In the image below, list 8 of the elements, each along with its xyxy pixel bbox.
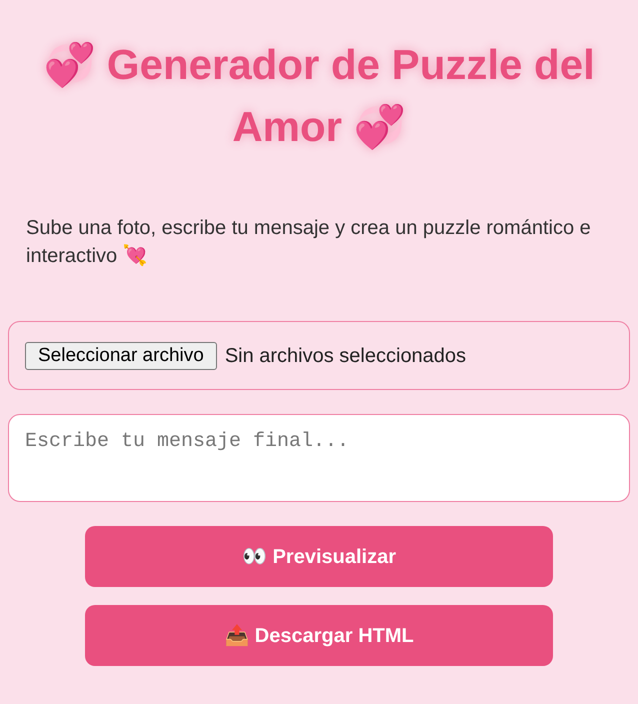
file-picker[interactable]: Seleccionar archivo Sin archivos seleccionados (8, 321, 630, 390)
file-status: Sin archivos seleccionados (224, 344, 466, 368)
message-field[interactable]: Escribe tu mensaje final... (8, 414, 630, 502)
action-button[interactable]: 📤 Descargar HTML (85, 605, 553, 666)
page-title: 💞 Generador de Puzzle del Amor 💞 (42, 40, 596, 152)
intro-text: Sube una foto, escribe tu mensaje y crea un puzzle romántico e interactivo 💘 (25, 216, 592, 269)
action-button[interactable]: 👀 Previsualizar (85, 526, 553, 587)
choose-file-button[interactable]: Seleccionar archivo (25, 342, 217, 370)
